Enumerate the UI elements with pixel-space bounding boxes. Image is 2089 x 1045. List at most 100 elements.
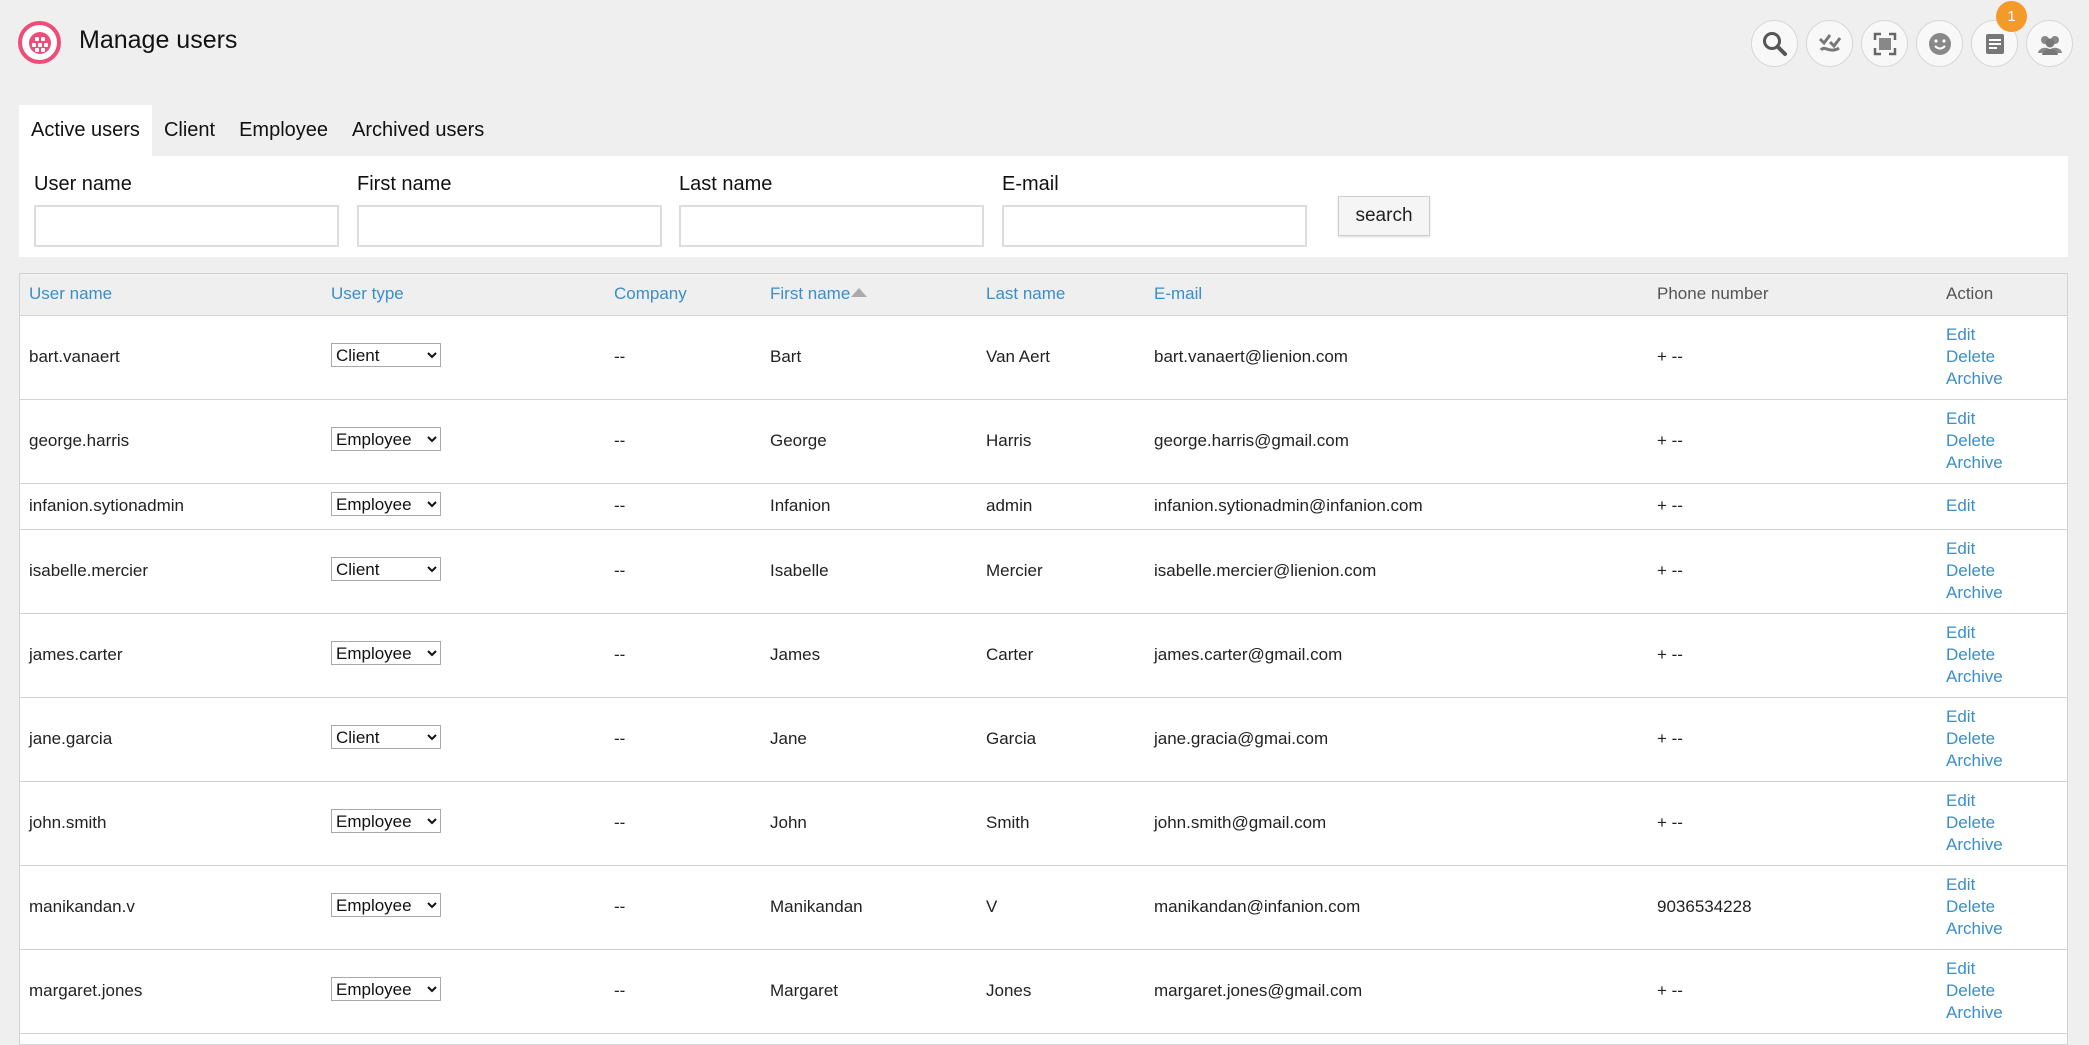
table-header-row: User name User type Company First name L…	[20, 274, 2067, 315]
firstname-input[interactable]	[357, 205, 662, 247]
delete-link[interactable]: Delete	[1946, 728, 2067, 750]
user-type-select[interactable]: Employee	[331, 977, 441, 1001]
col-company[interactable]: Company	[605, 274, 761, 315]
cell-firstname: Bart	[770, 347, 802, 366]
edit-link[interactable]: Edit	[1946, 706, 2067, 728]
cell-actions: Edit Delete Archive	[1937, 865, 2067, 949]
tab-archived-users[interactable]: Archived users	[340, 105, 496, 156]
table-row: james.carter Employee -- James Carter james.c…	[20, 613, 2067, 697]
delete-link[interactable]: Delete	[1946, 346, 2067, 368]
cell-firstname: George	[770, 431, 827, 450]
cell-actions: Edit	[1937, 483, 2067, 529]
delete-link[interactable]: Delete	[1946, 896, 2067, 918]
smiley-icon[interactable]	[1916, 20, 1963, 67]
archive-link[interactable]: Archive	[1946, 582, 2067, 604]
user-type-select[interactable]: Client	[331, 557, 441, 581]
cell-username: jane.garcia	[29, 729, 113, 748]
cell-phone: + --	[1657, 729, 1683, 748]
delete-link[interactable]: Delete	[1946, 560, 2067, 582]
cell-actions: Edit Delete Archive	[1937, 781, 2067, 865]
cell-usertype: Client	[322, 315, 605, 399]
top-toolbar: 1	[1751, 1, 2073, 67]
user-type-select[interactable]: Employee	[331, 427, 441, 451]
archive-link[interactable]: Archive	[1946, 1002, 2067, 1024]
logo-mark	[28, 31, 51, 54]
delete-link[interactable]: Delete	[1946, 980, 2067, 1002]
edit-link[interactable]: Edit	[1946, 622, 2067, 644]
email-input[interactable]	[1002, 205, 1307, 247]
search-button[interactable]: search	[1338, 196, 1430, 236]
archive-link[interactable]: Archive	[1946, 834, 2067, 856]
archive-link[interactable]: Archive	[1946, 666, 2067, 688]
cell-username: james.carter	[29, 645, 123, 664]
table-row: jane.garcia Client -- Jane Garcia jane.gracia…	[20, 697, 2067, 781]
user-type-select[interactable]: Employee	[331, 893, 441, 917]
archive-link[interactable]: Archive	[1946, 452, 2067, 474]
approval-icon[interactable]	[1806, 20, 1853, 67]
user-type-select[interactable]: Client	[331, 725, 441, 749]
user-type-select[interactable]: Employee	[331, 641, 441, 665]
edit-link[interactable]: Edit	[1946, 538, 2067, 560]
users-table: User name User type Company First name L…	[19, 273, 2068, 1045]
notes-icon[interactable]: 1	[1971, 1, 2027, 67]
cell-username: isabelle.mercier	[29, 561, 149, 580]
cell-company: --	[614, 729, 626, 748]
users-icon[interactable]	[2026, 20, 2073, 67]
edit-link[interactable]: Edit	[1946, 324, 2067, 346]
username-input[interactable]	[34, 205, 339, 247]
search-icon[interactable]	[1751, 20, 1798, 67]
tab-employee[interactable]: Employee	[227, 105, 340, 156]
cell-lastname: Jones	[986, 981, 1032, 1000]
table-row: manikandan.v Employee -- Manikandan Vmanikan…	[20, 865, 2067, 949]
cell-email: james.carter@gmail.com	[1154, 645, 1343, 664]
user-type-select[interactable]: Employee	[331, 492, 441, 516]
cell-actions: Edit Delete Archive	[1937, 315, 2067, 399]
lastname-input[interactable]	[679, 205, 984, 247]
archive-link[interactable]: Archive	[1946, 750, 2067, 772]
cell-usertype: Employee	[322, 949, 605, 1033]
username-filter: User name	[34, 173, 339, 247]
edit-link[interactable]: Edit	[1946, 958, 2067, 980]
cell-phone: + --	[1657, 561, 1683, 580]
app-logo[interactable]	[18, 21, 61, 64]
cell-phone: + --	[1657, 813, 1683, 832]
delete-link[interactable]: Delete	[1946, 644, 2067, 666]
cell-company: --	[614, 431, 626, 450]
cell-actions: Edit Delete Archive	[1937, 949, 2067, 1033]
fullscreen-icon[interactable]	[1861, 20, 1908, 67]
col-action: Action	[1946, 284, 1994, 304]
col-lastname[interactable]: Last name	[977, 274, 1145, 315]
cell-lastname: Carter	[986, 645, 1034, 664]
edit-link[interactable]: Edit	[1946, 874, 2067, 896]
cell-company: --	[614, 561, 626, 580]
cell-username: george.harris	[29, 431, 130, 450]
delete-link[interactable]: Delete	[1946, 430, 2067, 452]
col-email[interactable]: E-mail	[1145, 274, 1648, 315]
col-usertype[interactable]: User type	[322, 274, 605, 315]
cell-company: --	[614, 496, 626, 515]
cell-usertype: Employee	[322, 483, 605, 529]
delete-link[interactable]: Delete	[1946, 812, 2067, 834]
email-label: E-mail	[1002, 173, 1059, 195]
cell-phone: + --	[1657, 347, 1683, 366]
archive-link[interactable]: Archive	[1946, 918, 2067, 940]
cell-lastname: Harris	[986, 431, 1032, 450]
tab-client[interactable]: Client	[152, 105, 227, 156]
cell-usertype: Client	[322, 529, 605, 613]
cell-phone: + --	[1657, 496, 1683, 515]
archive-link[interactable]: Archive	[1946, 368, 2067, 390]
cell-firstname: Jane	[770, 729, 807, 748]
cell-lastname: Smith	[986, 813, 1030, 832]
sort-ascending-icon	[851, 288, 868, 298]
edit-link[interactable]: Edit	[1946, 495, 2067, 517]
user-type-select[interactable]: Client	[331, 343, 441, 367]
user-type-select[interactable]: Employee	[331, 809, 441, 833]
edit-link[interactable]: Edit	[1946, 790, 2067, 812]
cell-actions: Edit Delete Archive	[1937, 697, 2067, 781]
edit-link[interactable]: Edit	[1946, 408, 2067, 430]
app-header: Manage users 1	[0, 0, 2089, 84]
cell-usertype: Client	[322, 697, 605, 781]
tab-active-users[interactable]: Active users	[19, 105, 152, 156]
col-username[interactable]: User name	[20, 274, 322, 315]
col-firstname[interactable]: First name	[761, 274, 977, 315]
